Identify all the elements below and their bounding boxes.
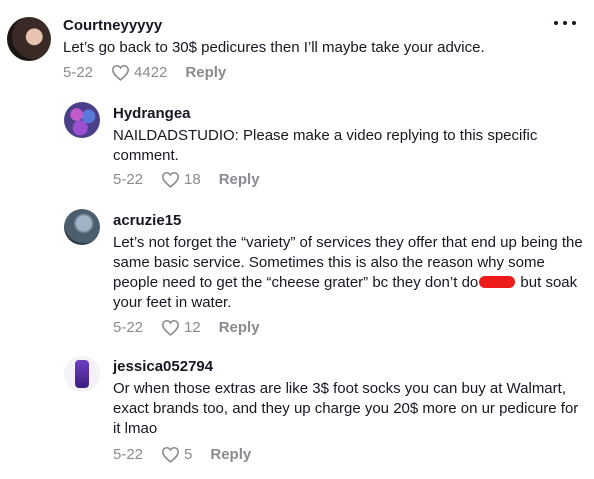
comment-date: 5-22 [113, 171, 144, 188]
user-avatar-photo[interactable] [64, 209, 100, 245]
more-options-icon[interactable] [554, 18, 576, 28]
comment-meta: 5-22 5 Reply [113, 446, 251, 463]
comment-text: NAILDADSTUDIO: Please make a video reply… [113, 127, 538, 164]
comment-text: Let’s go back to 30$ pedicures then I’ll… [63, 39, 485, 56]
heart-icon [162, 320, 180, 336]
heart-icon [162, 447, 180, 463]
comment-date: 5-22 [113, 446, 144, 463]
like-button[interactable]: 12 [161, 319, 201, 336]
like-count: 5 [184, 446, 193, 463]
comment-date: 5-22 [113, 319, 144, 336]
like-button[interactable]: 4422 [111, 64, 167, 81]
comment-text: Let’s not forget the “variety” of servic… [113, 233, 583, 313]
reply-button[interactable]: Reply [219, 319, 260, 336]
reply-button[interactable]: Reply [185, 64, 226, 81]
like-count: 18 [184, 171, 201, 188]
like-count: 12 [184, 319, 201, 336]
like-count: 4422 [134, 64, 168, 81]
like-button[interactable]: 5 [161, 446, 192, 463]
comment-username[interactable]: acruzie15 [113, 212, 181, 229]
comment-meta: 5-22 12 Reply [113, 319, 260, 336]
comment-username[interactable]: Courtneyyyyy [63, 17, 162, 34]
like-button[interactable]: 18 [161, 171, 201, 188]
comment-meta: 5-22 18 Reply [113, 171, 260, 188]
heart-icon [162, 172, 180, 188]
comment-date: 5-22 [63, 64, 94, 81]
comment-text: Or when those extras are like 3$ foot so… [113, 380, 579, 437]
comment-meta: 5-22 4422 Reply [63, 64, 226, 81]
user-avatar-photo[interactable] [7, 17, 51, 61]
hydrangea-flower-avatar[interactable] [64, 102, 100, 138]
purple-bottle-avatar[interactable] [64, 356, 100, 392]
redaction-mark [479, 276, 516, 288]
comment-username[interactable]: Hydrangea [113, 105, 191, 122]
comment-username[interactable]: jessica052794 [113, 358, 213, 375]
bottle-shape [75, 360, 89, 388]
heart-icon [112, 65, 130, 81]
reply-button[interactable]: Reply [219, 171, 260, 188]
reply-button[interactable]: Reply [210, 446, 251, 463]
